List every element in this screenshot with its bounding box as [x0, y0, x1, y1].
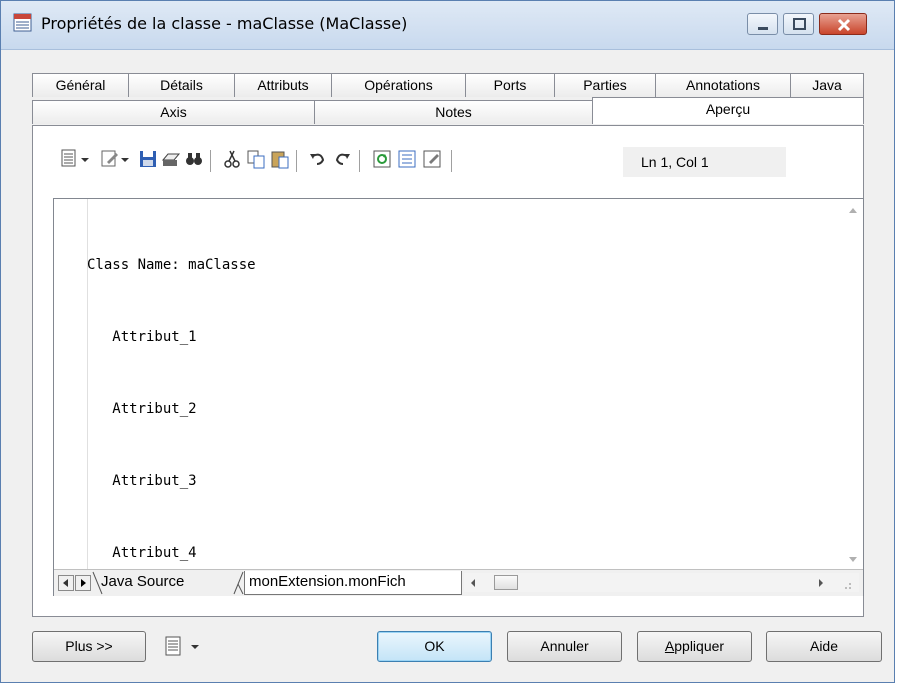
tab-preview[interactable]: Aperçu [592, 97, 864, 124]
cut-icon[interactable] [221, 148, 243, 170]
maximize-button[interactable] [783, 13, 814, 35]
maximize-icon [793, 18, 806, 30]
sheet-tab-bar: Java Source monExtension.monFich [54, 569, 863, 596]
tab-notes[interactable]: Notes [314, 100, 593, 124]
help-button[interactable]: Aide [766, 631, 882, 662]
chevron-left-icon [63, 579, 68, 587]
properties-icon[interactable] [99, 148, 121, 170]
tab-annotations[interactable]: Annotations [655, 73, 791, 97]
sheet-tab-java-source[interactable]: Java Source [101, 571, 233, 595]
format-icon [165, 636, 199, 656]
more-button[interactable]: Plus >> [32, 631, 146, 662]
ok-button[interactable]: OK [377, 631, 492, 662]
chevron-down-icon[interactable] [119, 148, 131, 170]
vertical-scrollbar[interactable] [843, 199, 863, 571]
minimize-icon [758, 27, 768, 30]
code-preview-editor[interactable]: Class Name: maClasse Attribut_1 Attribut… [53, 198, 864, 596]
tab-general[interactable]: Général [32, 73, 129, 97]
tab-details[interactable]: Détails [128, 73, 235, 97]
close-icon [837, 18, 851, 32]
tab-ports[interactable]: Ports [465, 73, 555, 97]
sheet-tab-monextension[interactable]: monExtension.monFich [244, 571, 462, 595]
chevron-right-icon [81, 579, 86, 587]
toolbar-separator [451, 150, 452, 172]
paste-icon[interactable] [269, 148, 291, 170]
refresh-icon[interactable] [371, 148, 393, 170]
chevron-left-icon [471, 579, 475, 587]
class-properties-icon [13, 13, 32, 32]
toolbar-separator [359, 150, 360, 172]
apply-label: ppliquer [674, 638, 725, 654]
chevron-right-icon [819, 579, 823, 587]
undo-icon[interactable] [307, 148, 329, 170]
code-line: Attribut_3 [87, 473, 197, 489]
redo-icon[interactable] [331, 148, 353, 170]
format-icon[interactable] [59, 148, 81, 170]
code-text[interactable]: Class Name: maClasse Attribut_1 Attribut… [87, 205, 256, 613]
tab-operations[interactable]: Opérations [331, 73, 466, 97]
window-title: Propriétés de la classe - maClasse (MaCl… [41, 14, 408, 33]
toolbar-separator [296, 150, 297, 172]
previous-sheet-button[interactable] [58, 575, 74, 591]
tab-axis[interactable]: Axis [32, 100, 315, 124]
copy-icon[interactable] [245, 148, 267, 170]
preview-options-icon[interactable] [396, 148, 418, 170]
code-line: Class Name: maClasse [87, 257, 256, 273]
cancel-button[interactable]: Annuler [507, 631, 622, 662]
scroll-thumb[interactable] [494, 575, 518, 590]
close-button[interactable] [819, 13, 867, 35]
properties-dialog: Propriétés de la classe - maClasse (MaCl… [0, 0, 895, 683]
title-bar[interactable]: Propriétés de la classe - maClasse (MaCl… [1, 1, 894, 50]
code-line: Attribut_1 [87, 329, 197, 345]
chevron-down-icon[interactable] [79, 148, 91, 170]
code-line: Attribut_4 [87, 545, 197, 561]
save-icon[interactable] [137, 148, 159, 170]
next-sheet-button[interactable] [75, 575, 91, 591]
minimize-button[interactable] [747, 13, 778, 35]
editor-gutter [54, 199, 88, 569]
format-dropdown[interactable] [163, 635, 211, 662]
cursor-position: Ln 1, Col 1 [623, 147, 786, 177]
tab-java[interactable]: Java [790, 73, 864, 97]
tab-parts[interactable]: Parties [554, 73, 656, 97]
toolbar-separator [210, 150, 211, 172]
find-icon[interactable] [183, 148, 205, 170]
print-icon[interactable] [160, 148, 182, 170]
apply-mnemonic: A [664, 638, 675, 654]
tab-attributes[interactable]: Attributs [234, 73, 332, 97]
code-line: Attribut_2 [87, 401, 197, 417]
resize-grip-icon[interactable] [839, 577, 853, 591]
horizontal-scrollbar[interactable] [464, 573, 859, 592]
edit-icon[interactable] [421, 148, 443, 170]
apply-button[interactable]: Appliquer [637, 631, 752, 662]
scroll-arrows-icon [849, 208, 857, 562]
